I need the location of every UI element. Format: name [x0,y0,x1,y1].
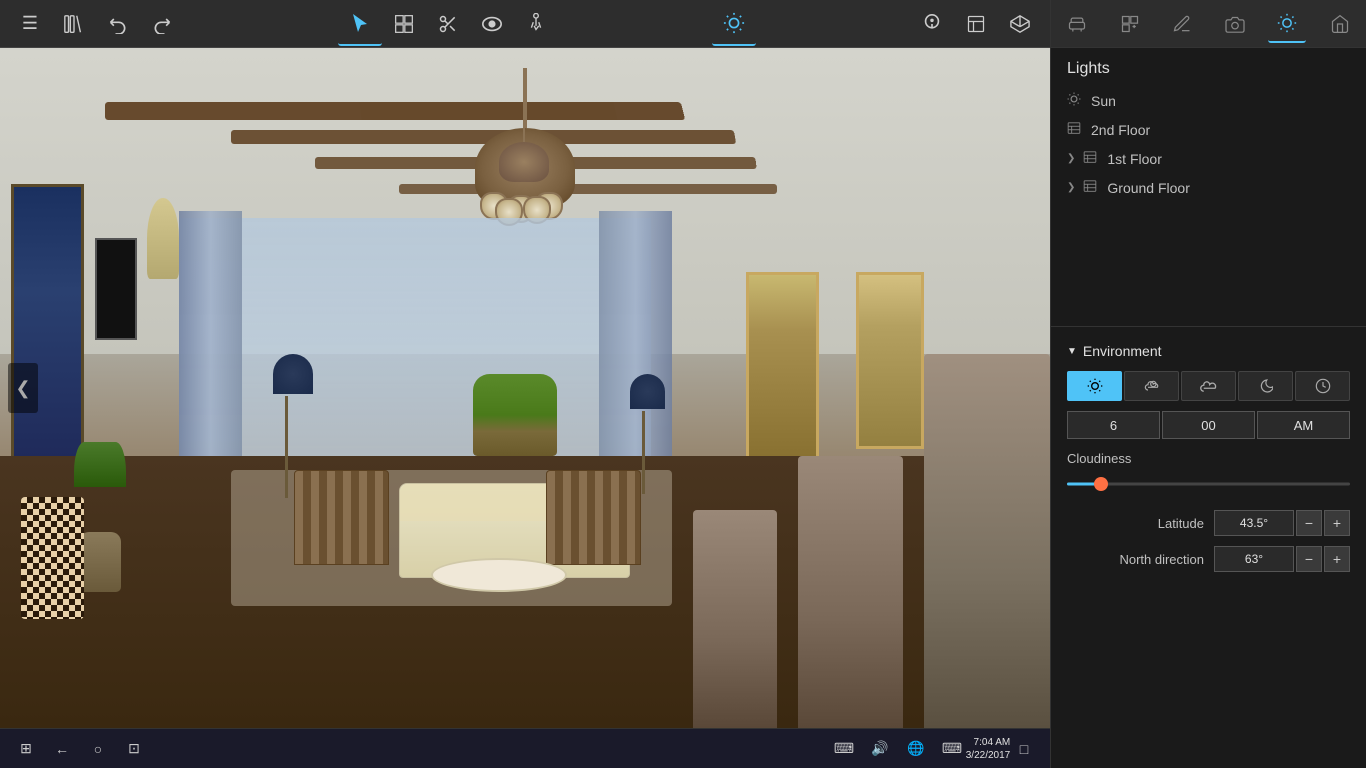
camera-panel-button[interactable] [1216,5,1254,43]
house-panel-button[interactable] [1321,5,1359,43]
plant-pot-checkered [21,497,84,619]
expand-arrow-ground-floor[interactable]: ❯ [1067,182,1075,193]
slider-thumb[interactable] [1094,477,1108,491]
sun-tool-button[interactable] [712,2,756,46]
north-direction-plus-button[interactable]: + [1324,546,1350,572]
pendant-lamp-2 [494,102,554,182]
time-row: 6 00 AM [1067,411,1350,439]
dining-chair-near [693,510,777,728]
light-item-1st-floor[interactable]: ❯ 1st Floor [1051,144,1366,173]
env-chevron-icon: ▼ [1067,346,1077,357]
floor-lamp-left [273,354,299,524]
input-method-icon[interactable]: ⌨ [934,731,970,767]
cortana-button[interactable]: ○ [80,731,116,767]
chair-1 [294,470,389,565]
tod-clear-button[interactable] [1067,371,1122,401]
clock-date: 3/22/2017 [966,749,1011,762]
layout-button[interactable] [954,2,998,46]
tv-screen [95,238,137,340]
painting-right-2 [856,272,924,449]
top-toolbar: ☰ [0,0,1050,48]
ceiling-beam-1 [105,103,685,121]
1st-floor-light-label: 1st Floor [1107,151,1161,167]
wall-lamp [147,198,179,280]
right-panel: Lights Sun [1050,0,1366,768]
tod-cloudy-button[interactable] [1181,371,1236,401]
lights-section-title: Lights [1051,48,1366,86]
light-item-sun[interactable]: Sun [1051,86,1366,115]
ground-floor-light-label: Ground Floor [1107,180,1189,196]
latitude-row: Latitude − + [1067,510,1350,536]
time-period[interactable]: AM [1257,411,1350,439]
arrange-button[interactable] [382,2,426,46]
ceiling-beam-4 [399,184,777,194]
dining-chair-far-right [924,354,1050,728]
floor-light-icon-1st [1083,150,1097,167]
cloudiness-slider[interactable] [1067,474,1350,494]
latitude-label: Latitude [1067,516,1214,531]
light-item-2nd-floor[interactable]: 2nd Floor [1051,115,1366,144]
library-button[interactable] [52,2,96,46]
floor-light-icon-ground [1083,179,1097,196]
furniture-panel-button[interactable] [1058,5,1096,43]
latitude-minus-button[interactable]: − [1296,510,1322,536]
light-panel-button[interactable] [1268,5,1306,43]
floor-light-icon-2nd [1067,121,1081,138]
painting-right-1 [746,272,820,462]
task-view-button[interactable]: ⊡ [116,731,152,767]
notifications-icon[interactable]: □ [1006,731,1042,767]
build-panel-button[interactable] [1111,5,1149,43]
paint-panel-button[interactable] [1163,5,1201,43]
north-direction-row: North direction − + [1067,546,1350,572]
2nd-floor-light-label: 2nd Floor [1091,122,1150,138]
tod-custom-time-button[interactable] [1295,371,1350,401]
cloudiness-label: Cloudiness [1067,451,1350,466]
keyboard-icon[interactable]: ⌨ [826,731,862,767]
volume-icon[interactable]: 🔊 [862,731,898,767]
back-button[interactable]: ← [44,731,80,767]
undo-button[interactable] [96,2,140,46]
time-hour[interactable]: 6 [1067,411,1160,439]
walk-button[interactable] [514,2,558,46]
latitude-input[interactable] [1214,510,1294,536]
light-item-ground-floor[interactable]: ❯ Ground Floor [1051,173,1366,202]
scissors-button[interactable] [426,2,470,46]
hamburger-menu-button[interactable]: ☰ [8,2,52,46]
tod-partly-cloudy-button[interactable] [1124,371,1179,401]
north-direction-input[interactable] [1214,546,1294,572]
environment-section: ▼ Environment [1051,331,1366,594]
network-icon[interactable]: 🌐 [898,731,934,767]
eye-button[interactable] [470,2,514,46]
time-minute[interactable]: 00 [1162,411,1255,439]
taskbar: ⊞ ← ○ ⊡ ⌨ 🔊 🌐 ⌨ 7:04 AM 3/22/2017 □ [0,728,1050,768]
info-button[interactable] [910,2,954,46]
dining-chair-mid [798,456,903,728]
3d-viewport[interactable]: ❮ [0,48,1050,728]
select-tool-button[interactable] [338,2,382,46]
3d-cube-button[interactable] [998,2,1042,46]
sun-light-label: Sun [1091,93,1116,109]
panel-content: Lights Sun [1051,48,1366,768]
latitude-plus-button[interactable]: + [1324,510,1350,536]
floor-lamp-right [630,374,656,524]
tod-night-button[interactable] [1238,371,1293,401]
north-direction-minus-button[interactable]: − [1296,546,1322,572]
expand-arrow-1st-floor[interactable]: ❯ [1067,153,1075,164]
slider-track [1067,483,1350,486]
time-of-day-row [1067,371,1350,401]
coffee-table [431,558,568,592]
env-divider [1051,326,1366,327]
environment-title[interactable]: ▼ Environment [1067,343,1350,359]
chair-2 [546,470,641,565]
clock-display: 7:04 AM 3/22/2017 [970,731,1006,767]
sun-light-icon [1067,92,1081,109]
redo-button[interactable] [140,2,184,46]
windows-start-button[interactable]: ⊞ [8,731,44,767]
clock-time: 7:04 AM [966,736,1011,749]
window-plants [473,374,557,456]
panel-toolbar [1051,0,1366,48]
north-direction-label: North direction [1067,552,1214,567]
viewport-nav-left[interactable]: ❮ [8,363,38,413]
